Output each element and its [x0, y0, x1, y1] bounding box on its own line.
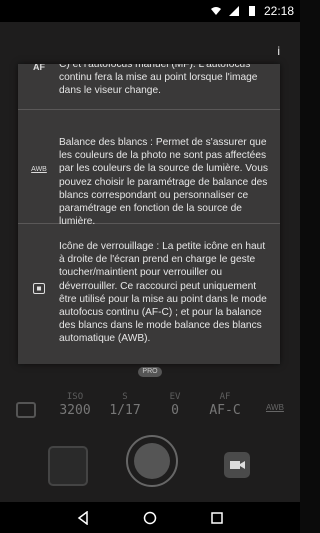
ev-param[interactable]: EV 0: [153, 392, 197, 418]
autofocus-icon: AF: [33, 64, 45, 72]
help-section-white-balance: AWB Balance des blancs : Permet de s'ass…: [18, 111, 280, 227]
shutter-button[interactable]: [126, 435, 178, 487]
help-text-autofocus: C) et l'autofocus manuel (MF). L'autofoc…: [59, 64, 258, 97]
shutter-param[interactable]: S 1/17: [103, 392, 147, 418]
af-param[interactable]: AF AF-C: [203, 392, 247, 418]
back-icon[interactable]: [76, 511, 90, 525]
recents-icon[interactable]: [210, 511, 224, 525]
iso-param[interactable]: ISO 3200: [53, 392, 97, 418]
mode-indicator[interactable]: PRO: [138, 367, 162, 377]
wifi-icon: [210, 7, 221, 15]
help-section-lock: Icône de verrouillage : La petite icône …: [18, 225, 280, 364]
info-button[interactable]: i: [277, 44, 280, 58]
shutter-label: S: [122, 392, 128, 402]
iso-value: 3200: [59, 403, 91, 418]
help-dialog: AF C) et l'autofocus manuel (MF). L'auto…: [18, 64, 280, 364]
shutter-value: 1/17: [109, 403, 141, 418]
home-icon[interactable]: [143, 511, 157, 525]
pro-params-bar: ISO 3200 S 1/17 EV 0 AF AF-C: [0, 392, 300, 428]
awb-icon: AWB: [31, 166, 47, 173]
awb-toggle[interactable]: AWB: [266, 403, 284, 412]
help-text-white-balance: Balance des blancs : Permet de s'assurer…: [59, 137, 268, 228]
video-record-button[interactable]: [224, 452, 250, 478]
af-label: AF: [219, 392, 231, 402]
af-value: AF-C: [209, 403, 241, 418]
lock-icon: [33, 283, 45, 294]
ev-value: 0: [171, 403, 179, 418]
status-time: 22:18: [263, 4, 294, 18]
navigation-bar: [0, 502, 300, 533]
battery-icon: [248, 6, 255, 16]
status-bar: 22:18: [0, 0, 300, 22]
video-camera-icon: [230, 461, 245, 469]
signal-icon: [228, 6, 239, 16]
gallery-thumbnail[interactable]: [48, 446, 88, 486]
help-section-autofocus: AF C) et l'autofocus manuel (MF). L'auto…: [18, 64, 280, 110]
shutter-button-inner: [134, 443, 170, 479]
help-text-lock: Icône de verrouillage : La petite icône …: [59, 241, 267, 345]
ev-label: EV: [169, 392, 181, 402]
iso-label: ISO: [66, 392, 84, 402]
